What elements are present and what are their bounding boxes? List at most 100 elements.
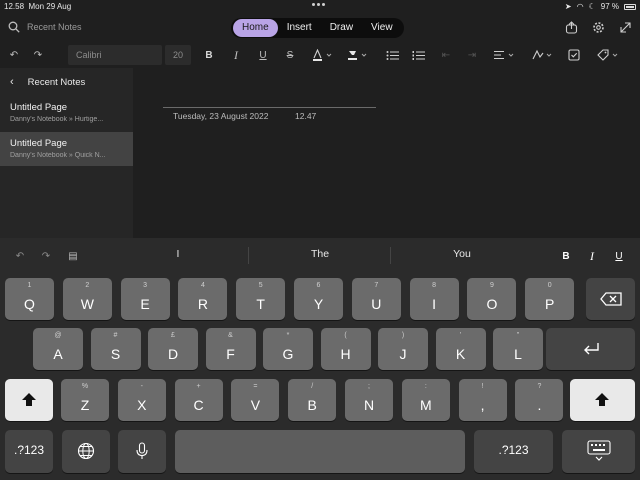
key-7[interactable]: 8I bbox=[409, 278, 459, 320]
hide-keyboard-key[interactable] bbox=[562, 430, 635, 473]
back-chevron-icon[interactable]: ‹ bbox=[10, 76, 14, 88]
key-0[interactable]: 1Q bbox=[5, 278, 54, 320]
tag-icon bbox=[597, 49, 618, 61]
prediction-1[interactable]: I bbox=[148, 248, 208, 260]
prediction-2[interactable]: The bbox=[290, 248, 350, 260]
bulleted-list-icon[interactable] bbox=[384, 46, 400, 64]
sidebar-item-page-1[interactable]: Untitled Page Danny's Notebook » Hurtige… bbox=[0, 96, 133, 130]
key-10[interactable]: @ A bbox=[33, 328, 83, 370]
numbered-list-icon[interactable] bbox=[410, 46, 426, 64]
key-25[interactable]: ; N bbox=[345, 379, 393, 421]
globe-key[interactable] bbox=[62, 430, 110, 473]
key-hint: ) bbox=[401, 332, 405, 339]
key-6[interactable]: 7U bbox=[351, 278, 401, 320]
ribbon-tabs: Home Insert Draw View bbox=[231, 18, 404, 38]
key-28[interactable]: ?. bbox=[515, 379, 564, 421]
key-18[interactable]: " L bbox=[493, 328, 543, 370]
numbers-key-left[interactable]: .?123 bbox=[5, 430, 53, 473]
globe-icon bbox=[77, 442, 95, 460]
sidebar-item-page-2[interactable]: Untitled Page Danny's Notebook » Quick N… bbox=[0, 132, 133, 166]
highlight-button[interactable] bbox=[345, 46, 371, 64]
key-12[interactable]: £ D bbox=[148, 328, 198, 370]
kbd-underline-button[interactable]: U bbox=[611, 247, 627, 265]
return-key[interactable] bbox=[546, 328, 635, 370]
key-label: , bbox=[480, 397, 485, 413]
key-20[interactable]: % Z bbox=[61, 379, 109, 421]
kbd-undo-icon[interactable]: ↶ bbox=[12, 247, 28, 265]
font-size-field[interactable]: 20 bbox=[165, 45, 191, 65]
search-placeholder: Recent Notes bbox=[27, 22, 82, 32]
key-5[interactable]: 6Y bbox=[294, 278, 343, 320]
key-2[interactable]: 3E bbox=[120, 278, 170, 320]
underline-button[interactable]: U bbox=[256, 46, 270, 64]
kbd-redo-icon[interactable]: ↷ bbox=[38, 247, 54, 265]
key-16[interactable]: ) J bbox=[378, 328, 428, 370]
redo-icon[interactable]: ↷ bbox=[30, 46, 46, 64]
bold-button[interactable]: B bbox=[202, 46, 216, 64]
undo-icon[interactable]: ↶ bbox=[6, 46, 22, 64]
key-label: G bbox=[282, 346, 294, 362]
key-8[interactable]: 9O bbox=[467, 278, 517, 320]
prediction-3[interactable]: You bbox=[432, 248, 492, 260]
checkbox-todo-icon[interactable] bbox=[566, 46, 582, 64]
key-22[interactable]: + C bbox=[174, 379, 223, 421]
space-key[interactable] bbox=[175, 430, 465, 473]
key-15[interactable]: (H bbox=[320, 328, 371, 370]
key-23[interactable]: = V bbox=[231, 379, 280, 421]
key-label: X bbox=[137, 397, 147, 413]
backspace-key[interactable] bbox=[586, 278, 635, 320]
kbd-italic-button[interactable]: I bbox=[584, 247, 600, 265]
strikethrough-button[interactable]: S bbox=[283, 46, 297, 64]
shift-key-right[interactable] bbox=[570, 379, 635, 421]
page-title-underline[interactable] bbox=[163, 107, 376, 108]
key-hint: 7 bbox=[374, 282, 379, 289]
gear-icon[interactable] bbox=[592, 21, 605, 34]
tab-insert[interactable]: Insert bbox=[278, 19, 321, 37]
tab-draw[interactable]: Draw bbox=[321, 19, 362, 37]
decrease-indent-icon[interactable]: ⇤ bbox=[438, 46, 454, 64]
tag-button[interactable] bbox=[594, 46, 622, 64]
increase-indent-icon[interactable]: ⇥ bbox=[464, 46, 480, 64]
expand-icon[interactable] bbox=[619, 21, 632, 34]
alignment-button[interactable] bbox=[492, 46, 518, 64]
key-hint: # bbox=[113, 332, 118, 339]
key-label: V bbox=[250, 397, 261, 413]
onscreen-keyboard: ↶ ↷ ▤ I The You B I U 1Q2W3E4R5T6Y7U8I9O… bbox=[0, 238, 640, 480]
font-color-button[interactable] bbox=[310, 46, 336, 64]
multitask-dots-icon[interactable] bbox=[312, 3, 325, 6]
key-11[interactable]: # S bbox=[90, 328, 141, 370]
tab-home[interactable]: Home bbox=[233, 19, 278, 37]
shift-key-left[interactable] bbox=[5, 379, 53, 421]
key-17[interactable]: ' K bbox=[435, 328, 486, 370]
key-4[interactable]: 5T bbox=[236, 278, 286, 320]
key-13[interactable]: & F bbox=[205, 328, 256, 370]
share-icon[interactable] bbox=[565, 21, 578, 34]
sidebar-title: Recent Notes bbox=[27, 76, 86, 88]
note-canvas[interactable]: Tuesday, 23 August 2022 12.47 bbox=[133, 68, 640, 238]
tab-view[interactable]: View bbox=[362, 19, 402, 37]
key-label: E bbox=[140, 296, 150, 312]
key-1[interactable]: 2W bbox=[62, 278, 112, 320]
key-27[interactable]: !, bbox=[458, 379, 507, 421]
key-label: W bbox=[80, 296, 94, 312]
key-26[interactable]: :M bbox=[401, 379, 450, 421]
font-family-field[interactable]: Calibri bbox=[68, 45, 162, 65]
page-path: Danny's Notebook » Hurtige... bbox=[10, 116, 104, 123]
key-hint: @ bbox=[54, 332, 62, 339]
styles-button[interactable] bbox=[530, 46, 556, 64]
key-label: . bbox=[537, 397, 542, 413]
search-recent-notes[interactable]: Recent Notes bbox=[8, 21, 82, 33]
key-14[interactable]: * G bbox=[263, 328, 313, 370]
key-9[interactable]: 0P bbox=[525, 278, 575, 320]
key-hint: + bbox=[196, 383, 201, 390]
page-date: Tuesday, 23 August 2022 bbox=[173, 111, 269, 121]
key-21[interactable]: -X bbox=[117, 379, 166, 421]
key-3[interactable]: 4R bbox=[178, 278, 228, 320]
numbers-key-right[interactable]: .?123 bbox=[474, 430, 553, 473]
key-hint: ! bbox=[481, 383, 484, 390]
kbd-bold-button[interactable]: B bbox=[558, 247, 574, 265]
key-24[interactable]: / B bbox=[288, 379, 337, 421]
clipboard-icon[interactable]: ▤ bbox=[65, 247, 81, 265]
dictation-key[interactable] bbox=[118, 430, 166, 473]
italic-button[interactable]: I bbox=[229, 46, 243, 64]
